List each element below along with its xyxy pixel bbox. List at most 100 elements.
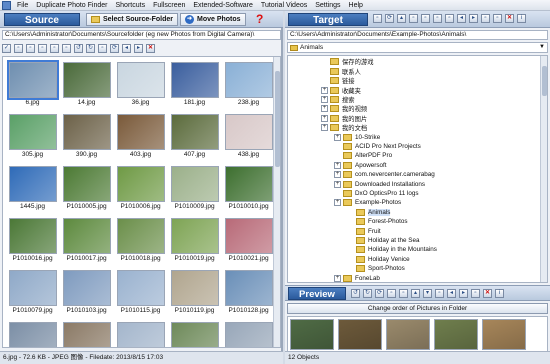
- menu-settings[interactable]: Settings: [311, 2, 344, 9]
- thumbnail-item[interactable]: 403.jpg: [113, 113, 168, 160]
- info-icon[interactable]: i: [517, 14, 526, 23]
- forward-icon[interactable]: ▸: [459, 289, 468, 298]
- thumbnail-item[interactable]: 1445.jpg: [5, 165, 60, 212]
- thumbnail-item[interactable]: 238.jpg: [221, 61, 276, 108]
- expand-icon[interactable]: +: [321, 86, 328, 94]
- refresh-icon[interactable]: ⟳: [110, 43, 119, 53]
- expand-icon[interactable]: +: [334, 161, 341, 169]
- thumbnail-item[interactable]: [167, 321, 222, 347]
- up-icon[interactable]: ▴: [411, 289, 420, 298]
- paste-icon[interactable]: ▫: [50, 43, 59, 53]
- tree-node[interactable]: + Example-Photos: [334, 198, 401, 208]
- thumbnail-item[interactable]: P1010006.jpg: [113, 165, 168, 212]
- delete-icon[interactable]: ✕: [483, 289, 492, 298]
- rotate-left-icon[interactable]: ↺: [351, 289, 360, 298]
- thumbnail-item[interactable]: [221, 321, 276, 347]
- tree-node[interactable]: + 搜索: [321, 95, 355, 105]
- target-folder-combo[interactable]: Animals ▼: [287, 42, 548, 53]
- copy-icon[interactable]: ▫: [38, 43, 47, 53]
- grid-icon[interactable]: ▫: [62, 43, 71, 53]
- tree-node[interactable]: +10-Strike: [334, 132, 380, 142]
- tree-node[interactable]: 保存的游戏: [321, 57, 373, 67]
- tree-node[interactable]: Animals: [347, 207, 391, 217]
- filter-icon[interactable]: ▫: [493, 14, 502, 23]
- expand-icon[interactable]: [347, 228, 354, 235]
- thumbnail-item[interactable]: 6.jpg: [5, 60, 60, 108]
- tree-node[interactable]: + Downloaded Installations: [334, 179, 425, 189]
- change-order-button[interactable]: Change order of Pictures in Folder: [287, 303, 548, 314]
- forward-icon[interactable]: ▸: [469, 14, 478, 23]
- help-icon[interactable]: ?: [256, 12, 263, 26]
- thumbnail-item[interactable]: [59, 321, 114, 347]
- next-icon[interactable]: ▸: [134, 43, 143, 53]
- expand-icon[interactable]: +: [334, 199, 341, 207]
- expand-icon[interactable]: [347, 209, 354, 216]
- thumbnail-item[interactable]: P1010018.jpg: [113, 217, 168, 264]
- back-icon[interactable]: ◂: [457, 14, 466, 23]
- view-icon[interactable]: ▫: [98, 43, 107, 53]
- expand-icon[interactable]: [347, 265, 354, 272]
- refresh-icon[interactable]: ⟳: [375, 289, 384, 298]
- menu-shortcuts[interactable]: Shortcuts: [112, 2, 150, 9]
- expand-icon[interactable]: [334, 143, 341, 150]
- expand-icon[interactable]: [334, 152, 341, 159]
- menu-fullscreen[interactable]: Fullscreen: [149, 2, 189, 9]
- home-icon[interactable]: ▫: [373, 14, 382, 23]
- move-photos-button[interactable]: ➜ Move Photos: [180, 13, 246, 26]
- tree-node[interactable]: + com.nevercenter.camerabag: [334, 170, 435, 180]
- tree-node[interactable]: + 我的视频: [321, 104, 367, 114]
- paste-icon[interactable]: ▫: [433, 14, 442, 23]
- copy-icon[interactable]: ▫: [421, 14, 430, 23]
- rotate-right-icon[interactable]: ↻: [86, 43, 95, 53]
- uncheck-icon[interactable]: ▫: [14, 43, 23, 53]
- up-icon[interactable]: ▴: [397, 14, 406, 23]
- menu-help[interactable]: Help: [345, 2, 367, 9]
- tree-node[interactable]: + Apowersoft: [334, 160, 387, 170]
- preview-thumbnail[interactable]: [338, 319, 382, 350]
- tree-node[interactable]: + 收藏夹: [321, 85, 361, 95]
- thumbnail-item[interactable]: P1010115.jpg: [113, 269, 168, 316]
- copy-icon[interactable]: ▫: [387, 289, 396, 298]
- chevron-down-icon[interactable]: ▼: [538, 44, 546, 51]
- menu-file[interactable]: File: [13, 2, 32, 9]
- menu-tutorial-videos[interactable]: Tutorial Videos: [257, 2, 311, 9]
- expand-icon[interactable]: [347, 246, 354, 253]
- thumbnail-item[interactable]: P1010019.jpg: [167, 217, 222, 264]
- tree-node[interactable]: Sport-Photos: [347, 264, 405, 274]
- delete-icon[interactable]: ✕: [146, 43, 155, 53]
- thumbnail-item[interactable]: P1010128.jpg: [221, 269, 276, 316]
- tree-node[interactable]: Holiday Venice: [347, 254, 410, 264]
- menu-duplicate-photo-finder[interactable]: Duplicate Photo Finder: [32, 2, 111, 9]
- new-folder-icon[interactable]: ▫: [409, 14, 418, 23]
- thumbnail-item[interactable]: P1010005.jpg: [59, 165, 114, 212]
- tree-node[interactable]: + FoneLab: [334, 273, 380, 282]
- thumbnail-item[interactable]: P1010016.jpg: [5, 217, 60, 264]
- back-icon[interactable]: ◂: [447, 289, 456, 298]
- tree-node[interactable]: Fruit: [347, 226, 381, 236]
- preview-thumbnail[interactable]: [482, 319, 526, 350]
- expand-icon[interactable]: +: [334, 171, 341, 179]
- tree-node[interactable]: + 我的文档: [321, 123, 367, 133]
- menu-extended-software[interactable]: Extended-Software: [189, 2, 257, 9]
- rename-icon[interactable]: ▫: [445, 14, 454, 23]
- expand-icon[interactable]: +: [321, 95, 328, 103]
- expand-icon[interactable]: [321, 58, 328, 65]
- preview-thumbnail[interactable]: [290, 319, 334, 350]
- expand-icon[interactable]: [347, 237, 354, 244]
- thumbnail-item[interactable]: [5, 321, 60, 347]
- expand-icon[interactable]: [321, 68, 328, 75]
- expand-icon[interactable]: +: [334, 274, 341, 282]
- tree-scrollbar[interactable]: [540, 56, 547, 282]
- tree-node[interactable]: Forest-Photos: [347, 217, 408, 227]
- prev-icon[interactable]: ◂: [122, 43, 131, 53]
- tree-node[interactable]: ACID Pro Next Projects: [334, 142, 421, 152]
- rotate-left-icon[interactable]: ↺: [74, 43, 83, 53]
- invert-icon[interactable]: ▫: [26, 43, 35, 53]
- expand-icon[interactable]: [347, 256, 354, 263]
- thumbnail-item[interactable]: P1010017.jpg: [59, 217, 114, 264]
- expand-icon[interactable]: +: [334, 180, 341, 188]
- tree-node[interactable]: AlterPDF Pro: [334, 151, 392, 161]
- sort-icon[interactable]: ▫: [481, 14, 490, 23]
- rotate-right-icon[interactable]: ↻: [363, 289, 372, 298]
- down-icon[interactable]: ▾: [423, 289, 432, 298]
